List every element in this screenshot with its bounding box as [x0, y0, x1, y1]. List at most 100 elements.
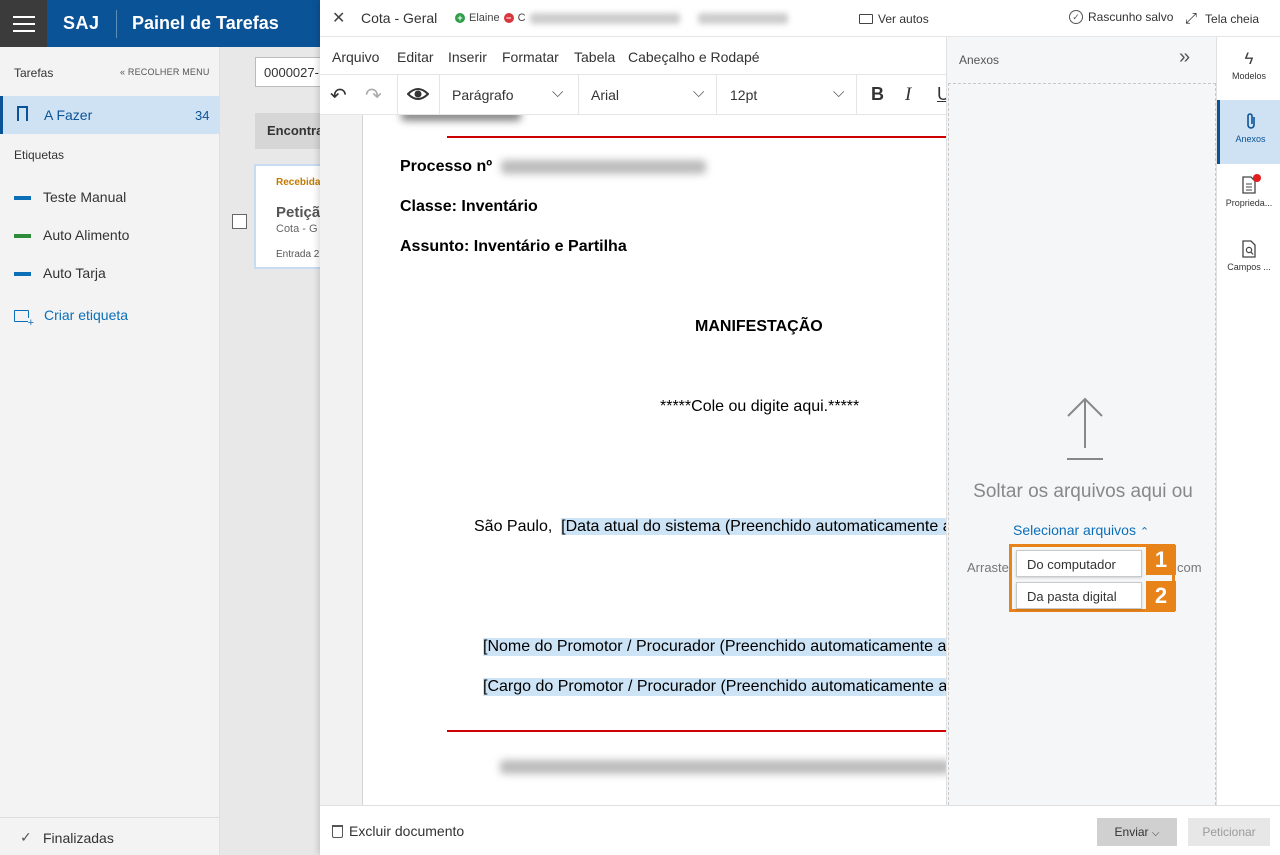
- menu-bar: Arquivo Editar Inserir Formatar Tabela C…: [320, 37, 946, 74]
- redo-icon[interactable]: ↷: [365, 83, 382, 108]
- checkmark-icon: ✓: [20, 829, 32, 845]
- menu-editar[interactable]: Editar: [397, 49, 434, 65]
- redacted-text: [697, 12, 788, 24]
- double-chevron-right-icon[interactable]: »: [1179, 46, 1190, 69]
- create-tag-label: Criar etiqueta: [44, 307, 129, 323]
- font-family-select[interactable]: Arial: [591, 87, 619, 103]
- close-icon[interactable]: ✕: [332, 8, 345, 28]
- sidebar-item-a-fazer[interactable]: A Fazer 34: [0, 96, 220, 134]
- app-header: SAJ Painel de Tarefas: [0, 0, 320, 47]
- lightning-icon: ϟ: [1244, 49, 1254, 68]
- tag-label: Teste Manual: [43, 189, 127, 205]
- option-from-digital-folder[interactable]: Da pasta digital: [1016, 582, 1142, 609]
- undo-icon[interactable]: ↶: [330, 83, 347, 108]
- collapse-menu-label: RECOLHER MENU: [127, 67, 210, 77]
- sidebar: Tarefas « RECOLHER MENU A Fazer 34 Etiqu…: [0, 47, 220, 855]
- toolbar-divider: [856, 75, 857, 114]
- option-from-computer[interactable]: Do computador: [1016, 550, 1142, 577]
- rail-propriedades[interactable]: Proprieda...: [1217, 164, 1280, 228]
- preview-eye-icon[interactable]: [406, 85, 430, 108]
- underline-icon[interactable]: U: [937, 84, 946, 105]
- footer-rule: [447, 730, 946, 732]
- app-title: Painel de Tarefas: [132, 13, 279, 33]
- rail-label: Anexos: [1235, 134, 1266, 144]
- check-circle-icon: ✓: [1069, 10, 1083, 24]
- fullscreen-button[interactable]: ⤢ Tela cheia: [1185, 10, 1259, 27]
- collapse-menu-button[interactable]: « RECOLHER MENU: [120, 67, 210, 77]
- bold-icon[interactable]: B: [871, 84, 884, 105]
- tag-item-teste-manual[interactable]: Teste Manual: [14, 188, 214, 208]
- minus-circle-icon: −: [503, 13, 514, 23]
- header-divider: [116, 10, 117, 38]
- delete-document-button[interactable]: Excluir documento: [332, 823, 464, 839]
- send-button[interactable]: Enviar ⌵: [1097, 818, 1177, 846]
- menu-cabecalho-rodape[interactable]: Cabeçalho e Rodapé: [628, 49, 760, 65]
- task-card[interactable]: Recebida Petição Cota - G Entrada 2: [254, 164, 320, 269]
- results-header: Encontra: [255, 113, 320, 149]
- plus-circle-icon: +: [455, 13, 465, 23]
- create-tag-link[interactable]: Criar etiqueta: [14, 306, 214, 328]
- document-page[interactable]: Processo nº Classe: Inventário Assunto: …: [362, 115, 946, 805]
- tag-item-auto-alimento[interactable]: Auto Alimento: [14, 226, 214, 246]
- file-petition-button[interactable]: Peticionar: [1188, 818, 1270, 846]
- task-checkbox[interactable]: [232, 214, 247, 229]
- tag-color-bar: [14, 234, 31, 238]
- paragraph-style-select[interactable]: Parágrafo: [452, 87, 513, 103]
- hamburger-menu-icon[interactable]: [0, 0, 47, 47]
- rail-modelos[interactable]: ϟ Modelos: [1217, 37, 1280, 101]
- process-search-input[interactable]: 0000027-: [255, 57, 320, 87]
- document-editor: ✕ Cota - Geral + Elaine − C Ver autos ✓ …: [320, 0, 1280, 855]
- menu-arquivo[interactable]: Arquivo: [332, 49, 379, 65]
- send-label: Enviar: [1114, 825, 1149, 839]
- collaborator-name: Elaine: [469, 12, 500, 24]
- font-size-select[interactable]: 12pt: [730, 87, 757, 103]
- notification-dot: [1253, 174, 1261, 182]
- finalizadas-item[interactable]: ✓ Finalizadas: [0, 817, 220, 855]
- file-drop-zone[interactable]: Soltar os arquivos aqui ou Selecionar ar…: [948, 83, 1216, 805]
- rail-anexos[interactable]: Anexos: [1217, 100, 1280, 164]
- classe-line: Classe: Inventário: [400, 198, 538, 215]
- redacted-header: [401, 115, 521, 121]
- sidebar-heading: Tarefas: [14, 66, 54, 80]
- assunto-line: Assunto: Inventário e Partilha: [400, 238, 627, 255]
- content-placeholder[interactable]: *****Cole ou digite aqui.*****: [660, 398, 859, 416]
- toolbar-divider: [397, 75, 398, 114]
- trash-icon: [332, 824, 343, 838]
- signature-date-line: São Paulo, [Data atual do sistema (Preen…: [474, 518, 946, 536]
- menu-inserir[interactable]: Inserir: [448, 49, 487, 65]
- chevron-up-icon: ⌃: [1139, 526, 1150, 538]
- editor-footer: Excluir documento Enviar ⌵ Peticionar: [320, 805, 1280, 855]
- tag-item-auto-tarja[interactable]: Auto Tarja: [14, 264, 214, 284]
- date-field[interactable]: [Data atual do sistema (Preenchido autom…: [561, 518, 946, 535]
- task-count-badge: 34: [195, 108, 210, 123]
- document-properties-icon: [1217, 176, 1280, 196]
- select-files-label: Selecionar arquivos: [1013, 522, 1136, 538]
- collaborator-initial: C: [517, 12, 526, 24]
- etiquetas-heading: Etiquetas: [14, 148, 65, 162]
- tag-color-bar: [14, 196, 31, 200]
- tag-label: Auto Tarja: [43, 265, 106, 281]
- drop-instructions: Soltar os arquivos aqui ou: [973, 481, 1193, 502]
- delete-document-label: Excluir documento: [349, 823, 465, 839]
- finalizadas-label: Finalizadas: [43, 830, 114, 846]
- menu-tabela[interactable]: Tabela: [574, 49, 615, 65]
- italic-icon[interactable]: I: [905, 84, 911, 106]
- select-files-button[interactable]: Selecionar arquivos ⌃: [1013, 522, 1149, 538]
- promotor-name-field[interactable]: [Nome do Promotor / Procurador (Preenchi…: [483, 638, 946, 656]
- menu-formatar[interactable]: Formatar: [502, 49, 559, 65]
- ver-autos-button[interactable]: Ver autos: [859, 12, 929, 26]
- rail-campos[interactable]: Campos ...: [1217, 228, 1280, 292]
- rail-label: Campos ...: [1227, 262, 1271, 272]
- promotor-cargo-field[interactable]: [Cargo do Promotor / Procurador (Preench…: [483, 678, 946, 696]
- rail-label: Proprieda...: [1225, 198, 1273, 208]
- attachments-title: Anexos: [959, 53, 1000, 67]
- redacted-text: [529, 12, 680, 24]
- step-badge-2: 2: [1146, 581, 1176, 611]
- document-search-icon: [1217, 240, 1280, 260]
- chevron-down-icon: ⌵: [1151, 828, 1160, 839]
- add-tag-icon: [14, 310, 34, 328]
- rail-label: Modelos: [1231, 71, 1267, 81]
- brand-logo[interactable]: SAJ: [63, 13, 100, 34]
- tag-color-bar: [14, 272, 31, 276]
- task-entry-date: Entrada 2: [276, 249, 320, 260]
